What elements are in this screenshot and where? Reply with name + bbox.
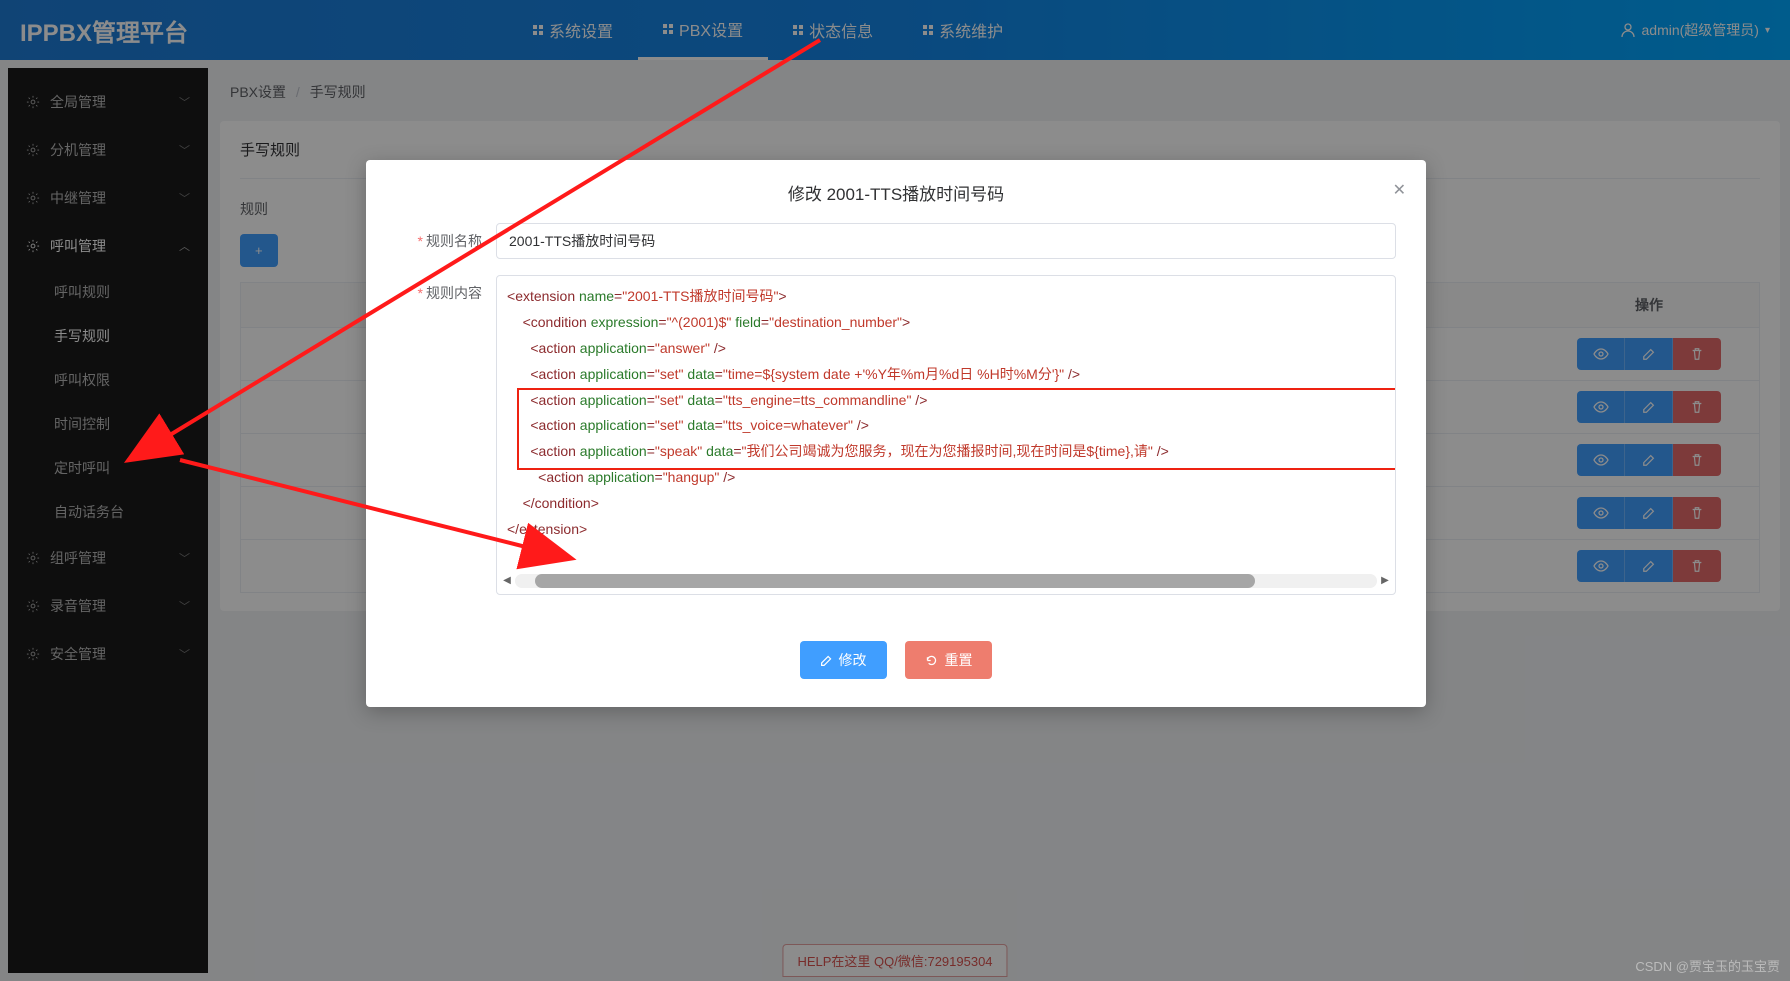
label-rule-name: *规则名称 — [396, 223, 496, 259]
modal-footer: 修改 重置 — [366, 631, 1426, 707]
modify-label: 修改 — [839, 650, 867, 670]
modal-title-text: 修改 2001-TTS播放时间号码 — [788, 185, 1004, 204]
edit-rule-modal: 修改 2001-TTS播放时间号码 ✕ *规则名称 *规则内容 <extensi… — [366, 160, 1426, 707]
rule-name-input[interactable] — [496, 223, 1396, 259]
scroll-right-icon[interactable]: ▶ — [1379, 572, 1391, 591]
watermark: CSDN @贾宝玉的玉宝贾 — [1635, 956, 1780, 975]
label-rule-content: *规则内容 — [396, 275, 496, 311]
modify-button[interactable]: 修改 — [800, 641, 887, 679]
modal-title: 修改 2001-TTS播放时间号码 ✕ — [366, 160, 1426, 223]
scroll-left-icon[interactable]: ◀ — [501, 572, 513, 591]
reset-button[interactable]: 重置 — [905, 641, 992, 679]
close-icon[interactable]: ✕ — [1393, 180, 1406, 200]
reset-label: 重置 — [944, 650, 972, 670]
code-horizontal-scrollbar[interactable]: ◀ ▶ — [515, 574, 1377, 588]
scrollbar-thumb[interactable] — [535, 574, 1255, 588]
rule-content-editor[interactable]: <extension name="2001-TTS播放时间号码"><condit… — [496, 275, 1396, 595]
edit-icon — [820, 654, 833, 667]
refresh-icon — [925, 654, 938, 667]
